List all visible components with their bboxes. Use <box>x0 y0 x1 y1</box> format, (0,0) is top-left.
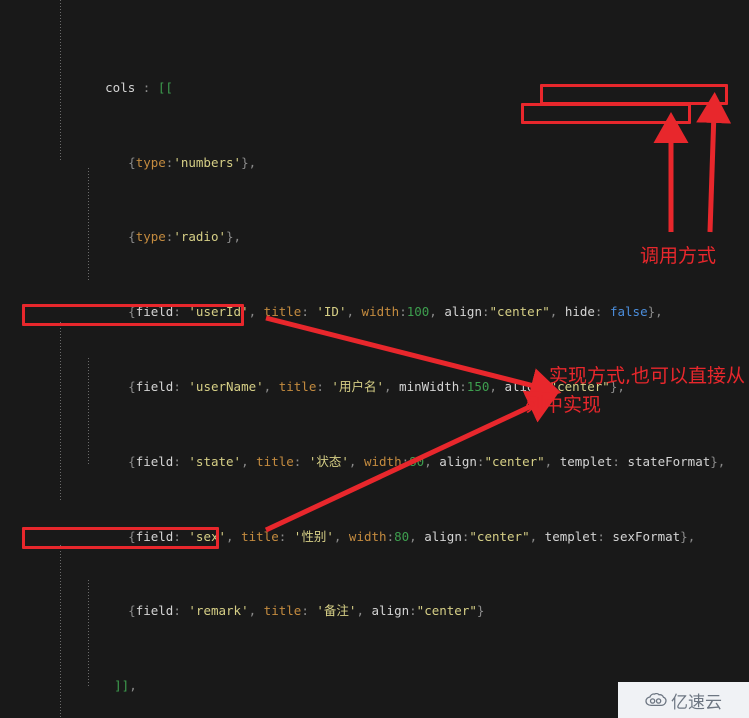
cloud-icon <box>645 693 667 707</box>
code-view[interactable]: cols : [[ {type:'numbers'}, {type:'radio… <box>0 0 749 718</box>
code-line: {field: 'sex', title: '性别', width:80, al… <box>128 528 696 544</box>
code-line: {type:'radio'}, <box>128 229 242 245</box>
code-line: {type:'numbers'}, <box>128 154 257 170</box>
code-line: {field: 'userId', title: 'ID', width:100… <box>128 304 663 320</box>
watermark: 亿速云 <box>618 682 749 718</box>
watermark-text: 亿速云 <box>671 692 722 713</box>
code-line: {field: 'userName', title: '用户名', minWid… <box>128 379 625 394</box>
code-line: {field: 'remark', title: '备注', align:"ce… <box>128 603 485 619</box>
code-line: ]], <box>114 678 137 694</box>
code-line: cols : [[ <box>105 79 173 95</box>
code-screenshot: cols : [[ {type:'numbers'}, {type:'radio… <box>0 0 749 718</box>
code-line: {field: 'state', title: '状态', width:80, … <box>128 453 726 469</box>
